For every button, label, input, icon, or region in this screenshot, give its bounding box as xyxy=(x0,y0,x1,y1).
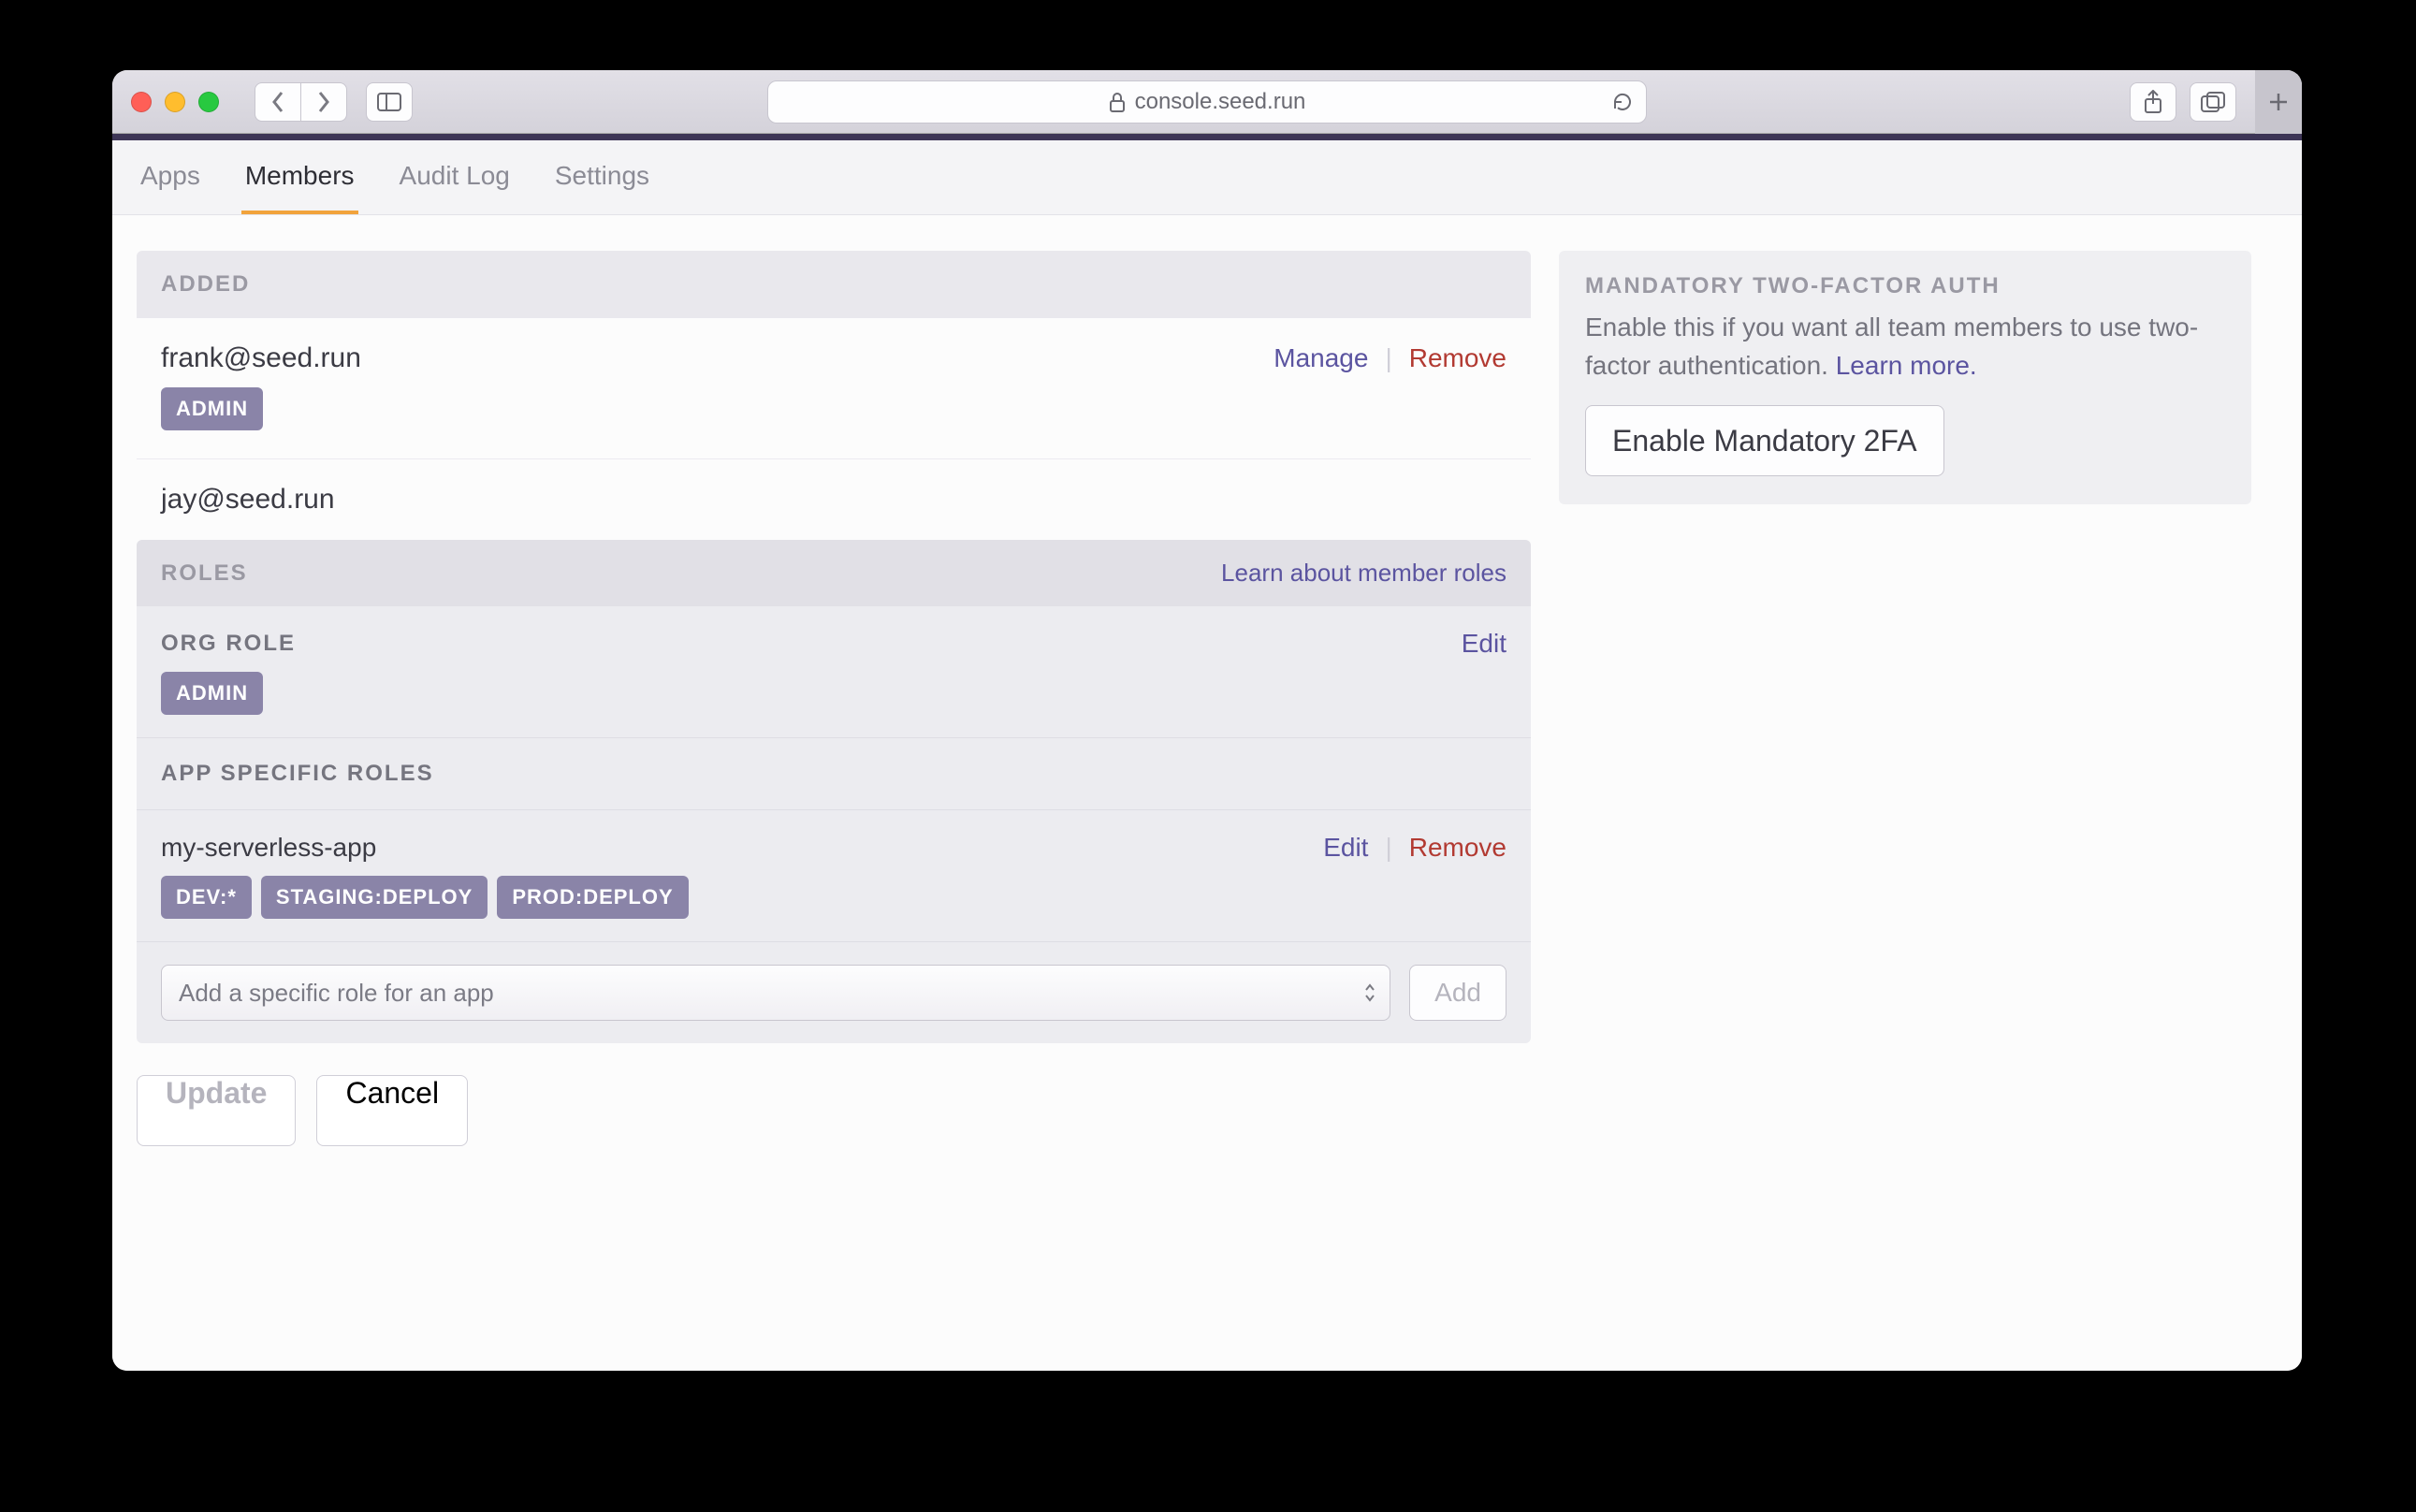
chevron-left-icon xyxy=(270,91,285,113)
url-text: console.seed.run xyxy=(1135,89,1306,115)
app-role-row: my-serverless-app Edit | Remove DEV:* ST… xyxy=(137,810,1531,942)
org-role-block: ORG ROLE Edit ADMIN xyxy=(137,606,1531,738)
main-column: ADDED frank@seed.run Manage | Remove ADM… xyxy=(137,251,1531,1335)
role-badge: STAGING:DEPLOY xyxy=(261,876,488,919)
member-row-editing: jay@seed.run xyxy=(137,459,1531,532)
org-role-title: ORG ROLE xyxy=(161,631,296,657)
role-badge: DEV:* xyxy=(161,876,252,919)
member-email: jay@seed.run xyxy=(161,484,1506,516)
update-button[interactable]: Update xyxy=(137,1075,296,1146)
minimize-window-button[interactable] xyxy=(165,92,185,112)
separator: | xyxy=(1385,343,1391,373)
share-icon xyxy=(2143,90,2163,114)
add-role-row: Add a specific role for an app Add xyxy=(137,942,1531,1043)
app-name: my-serverless-app xyxy=(161,833,376,863)
select-placeholder: Add a specific role for an app xyxy=(179,979,494,1008)
tabs-icon xyxy=(2201,92,2225,112)
lock-icon xyxy=(1109,92,1126,112)
app-roles-block: APP SPECIFIC ROLES xyxy=(137,738,1531,810)
added-header: ADDED xyxy=(137,251,1531,318)
traffic-lights xyxy=(131,92,219,112)
reload-icon xyxy=(1612,92,1633,112)
chevron-up-down-icon xyxy=(1363,982,1376,1003)
remove-app-role-link[interactable]: Remove xyxy=(1409,833,1506,863)
tab-apps[interactable]: Apps xyxy=(137,140,204,214)
back-button[interactable] xyxy=(255,82,301,122)
page-tabs: Apps Members Audit Log Settings xyxy=(112,140,2302,215)
sidebar-toggle-button[interactable] xyxy=(366,82,413,122)
share-button[interactable] xyxy=(2130,82,2176,122)
tab-audit-log[interactable]: Audit Log xyxy=(396,140,514,214)
role-badge: PROD:DEPLOY xyxy=(497,876,688,919)
reload-button[interactable] xyxy=(1612,92,1633,112)
chevron-right-icon xyxy=(316,91,331,113)
twofa-title: MANDATORY TWO-FACTOR AUTH xyxy=(1585,273,2225,299)
tab-members[interactable]: Members xyxy=(241,140,358,214)
window-titlebar: console.seed.run xyxy=(112,70,2302,134)
twofa-learn-more-link[interactable]: Learn more. xyxy=(1836,351,1977,380)
new-tab-button[interactable] xyxy=(2255,70,2302,134)
member-email: frank@seed.run xyxy=(161,342,361,374)
tab-settings[interactable]: Settings xyxy=(551,140,653,214)
brand-accent-bar xyxy=(112,134,2302,140)
plus-icon xyxy=(2268,92,2289,112)
fullscreen-window-button[interactable] xyxy=(198,92,219,112)
roles-header: ROLES Learn about member roles xyxy=(137,540,1531,606)
browser-window: console.seed.run xyxy=(112,70,2302,1371)
page-content: ADDED frank@seed.run Manage | Remove ADM… xyxy=(112,215,2302,1371)
twofa-card: MANDATORY TWO-FACTOR AUTH Enable this if… xyxy=(1559,251,2251,504)
roles-title: ROLES xyxy=(161,560,248,587)
address-bar[interactable]: console.seed.run xyxy=(767,80,1647,124)
cancel-button[interactable]: Cancel xyxy=(316,1075,468,1146)
manage-member-link[interactable]: Manage xyxy=(1273,343,1368,373)
roles-panel: ROLES Learn about member roles ORG ROLE … xyxy=(137,540,1531,1043)
twofa-text: Enable this if you want all team members… xyxy=(1585,309,2225,385)
close-window-button[interactable] xyxy=(131,92,152,112)
side-column: MANDATORY TWO-FACTOR AUTH Enable this if… xyxy=(1559,251,2251,1335)
sidebar-icon xyxy=(377,93,401,111)
form-actions: Update Cancel xyxy=(137,1075,1531,1146)
separator: | xyxy=(1385,833,1391,863)
enable-2fa-button[interactable]: Enable Mandatory 2FA xyxy=(1585,405,1944,476)
app-roles-title: APP SPECIFIC ROLES xyxy=(161,761,1506,787)
learn-roles-link[interactable]: Learn about member roles xyxy=(1221,559,1506,588)
add-role-button[interactable]: Add xyxy=(1409,965,1506,1021)
role-badge: ADMIN xyxy=(161,672,263,715)
role-badge: ADMIN xyxy=(161,387,263,430)
remove-member-link[interactable]: Remove xyxy=(1409,343,1506,373)
forward-button[interactable] xyxy=(300,82,347,122)
edit-app-role-link[interactable]: Edit xyxy=(1323,833,1368,863)
add-role-select[interactable]: Add a specific role for an app xyxy=(161,965,1390,1021)
tabs-overview-button[interactable] xyxy=(2190,82,2236,122)
member-row: frank@seed.run Manage | Remove ADMIN xyxy=(137,318,1531,459)
edit-org-role-link[interactable]: Edit xyxy=(1462,629,1506,659)
